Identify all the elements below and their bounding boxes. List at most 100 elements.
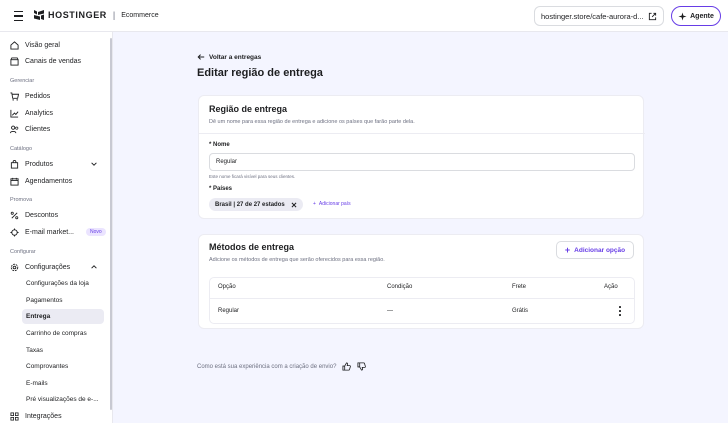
sidebar-subitem-previsualizacoes[interactable]: Pré visualizações de e-... — [22, 392, 104, 407]
storefront-icon — [10, 56, 19, 66]
cart-icon — [10, 91, 19, 101]
sidebar-item-agendamentos[interactable]: Agendamentos — [10, 174, 72, 188]
brand-name: HOSTINGER — [48, 10, 107, 20]
feedback-bar: Como está sua experiência com a criação … — [197, 362, 367, 371]
sidebar-subitem-emails[interactable]: E-mails — [22, 376, 104, 391]
sidebar-item-label: Canais de vendas — [25, 57, 82, 65]
sidebar-item-label: Clientes — [25, 125, 51, 133]
sidebar-subitem-comprovantes[interactable]: Comprovantes — [22, 359, 104, 374]
agent-button[interactable]: Agente — [671, 6, 721, 26]
sidebar-subitem-configuracoes-loja[interactable]: Configurações da loja — [22, 276, 104, 291]
page-title: Editar região de entrega — [197, 67, 323, 79]
agent-label: Agente — [690, 12, 714, 20]
thumbs-down-icon[interactable] — [357, 362, 367, 371]
section-configurar: Configurar — [10, 249, 36, 255]
percent-icon — [10, 211, 19, 219]
section-promova: Promova — [10, 197, 33, 203]
sidebar-item-label: Configurações — [25, 263, 71, 271]
back-link[interactable]: Voltar a entregas — [197, 53, 261, 61]
sidebar-item-label: Produtos — [25, 160, 54, 168]
product-name: Ecommerce — [121, 11, 159, 19]
name-input-value: Regular — [216, 159, 238, 165]
bag-icon — [10, 159, 19, 169]
new-badge: Novo — [86, 228, 106, 236]
sidebar-item-label: Pedidos — [25, 92, 51, 100]
menu-icon[interactable] — [11, 9, 25, 23]
name-hint: Este nome ficará visível para seus clien… — [209, 174, 296, 179]
row-freight-cell: Grátis — [512, 308, 529, 314]
hostinger-logo-icon — [34, 10, 44, 20]
name-field-label: * Nome — [209, 142, 230, 148]
brand-logo[interactable]: HOSTINGER | Ecommerce — [34, 10, 159, 20]
sidebar-item-canais-de-vendas[interactable]: Canais de vendas — [10, 54, 81, 68]
add-option-label: Adicionar opção — [574, 246, 626, 254]
chart-icon — [10, 109, 19, 118]
chevron-up-icon[interactable] — [90, 263, 98, 271]
sidebar-item-analytics[interactable]: Analytics — [10, 106, 53, 120]
sidebar-item-integracoes[interactable]: Integrações — [10, 409, 62, 423]
methods-card-title: Métodos de entrega — [209, 242, 295, 252]
plus-icon: + — [313, 201, 316, 207]
methods-card-description: Adicione os métodos de entrega que serão… — [209, 257, 385, 263]
sparkle-icon — [678, 11, 687, 21]
email-icon — [10, 227, 19, 237]
add-country-label: Adicionar país — [318, 201, 351, 207]
arrow-left-icon — [197, 54, 205, 60]
column-header-condicao: Condição — [387, 284, 413, 290]
store-url: hostinger.store/cafe-aurora-d... — [541, 11, 644, 21]
feedback-text: Como está sua experiência com a criação … — [197, 363, 337, 370]
close-icon[interactable] — [291, 202, 297, 208]
sidebar-item-label: E-mail market... — [25, 228, 75, 236]
region-card-description: Dê um nome para essa região de entrega e… — [209, 119, 415, 125]
sidebar-item-email-marketing[interactable]: E-mail market... Novo — [10, 225, 106, 239]
sidebar-subitem-carrinho[interactable]: Carrinho de compras — [22, 326, 104, 341]
integrations-icon — [10, 411, 19, 421]
column-header-frete: Frete — [512, 284, 527, 290]
gear-icon — [10, 263, 19, 271]
add-country-button[interactable]: + Adicionar país — [313, 201, 351, 207]
home-icon — [10, 40, 19, 50]
plus-icon: + — [564, 245, 571, 255]
chevron-down-icon[interactable] — [90, 160, 98, 168]
countries-field-label: * Países — [209, 186, 233, 192]
sidebar-item-label: Analytics — [25, 109, 54, 117]
methods-card: Métodos de entrega Adicione os métodos d… — [198, 234, 644, 329]
sidebar-subitem-entrega[interactable]: Entrega — [22, 309, 104, 324]
sidebar: Visão geral Canais de vendas Gerenciar P… — [0, 32, 113, 423]
sidebar-item-pedidos[interactable]: Pedidos — [10, 89, 50, 103]
back-link-label: Voltar a entregas — [209, 53, 262, 61]
row-condition-cell: — — [387, 308, 393, 314]
sidebar-item-label: Integrações — [25, 412, 62, 420]
thumbs-up-icon[interactable] — [342, 362, 352, 371]
sidebar-item-label: Agendamentos — [25, 177, 73, 185]
top-bar: HOSTINGER | Ecommerce hostinger.store/ca… — [0, 0, 728, 32]
region-card: Região de entrega Dê um nome para essa r… — [198, 95, 645, 219]
sidebar-item-visao-geral[interactable]: Visão geral — [10, 38, 60, 52]
region-card-title: Região de entrega — [209, 104, 288, 114]
country-chip[interactable]: Brasil | 27 de 27 estados — [209, 198, 303, 211]
more-options-icon[interactable] — [617, 305, 623, 317]
sidebar-item-descontos[interactable]: Descontos — [10, 208, 58, 222]
users-icon — [10, 125, 19, 133]
sidebar-item-configuracoes[interactable]: Configurações — [10, 260, 70, 274]
row-option-cell: Regular — [218, 308, 240, 314]
column-header-acao: Ação — [604, 284, 618, 290]
methods-table: Opção Condição Frete Ação Regular — Grát… — [209, 277, 635, 324]
sidebar-subitem-taxas[interactable]: Taxas — [22, 343, 104, 358]
name-input[interactable]: Regular — [209, 153, 635, 171]
add-option-button[interactable]: + Adicionar opção — [556, 241, 634, 259]
sidebar-item-produtos[interactable]: Produtos — [10, 157, 53, 171]
section-gerenciar: Gerenciar — [10, 78, 35, 84]
table-divider — [210, 298, 634, 299]
column-header-opcao: Opção — [218, 284, 236, 290]
sidebar-item-clientes[interactable]: Clientes — [10, 122, 50, 136]
brand-separator: | — [112, 10, 116, 20]
country-chip-label: Brasil | 27 de 27 estados — [215, 201, 285, 208]
divider — [199, 133, 645, 134]
sidebar-subitem-pagamentos[interactable]: Pagamentos — [22, 293, 104, 308]
sidebar-scrollbar[interactable] — [110, 38, 112, 410]
store-url-box[interactable]: hostinger.store/cafe-aurora-d... — [534, 6, 664, 26]
calendar-icon — [10, 177, 19, 186]
external-link-icon[interactable] — [648, 12, 657, 21]
section-catalogo: Catálogo — [10, 146, 33, 152]
